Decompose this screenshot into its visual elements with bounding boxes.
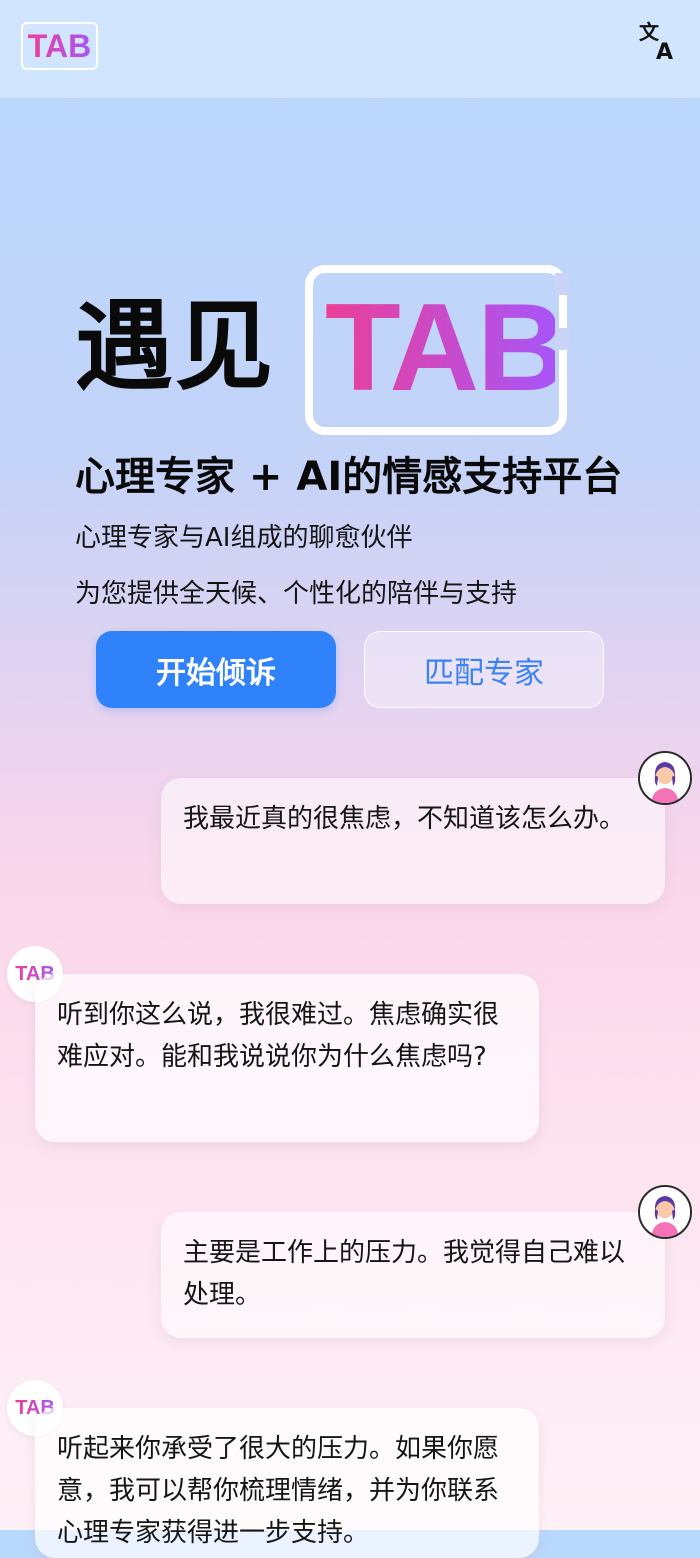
chat-message-user: 我最近真的很焦虑，不知道该怎么办。 <box>161 778 665 904</box>
chat-message-text: 我最近真的很焦虑，不知道该怎么办。 <box>183 804 626 834</box>
match-expert-button[interactable]: 匹配专家 <box>364 631 604 708</box>
svg-text:A: A <box>656 40 673 61</box>
translate-button[interactable]: 文 A <box>634 18 682 66</box>
translate-icon: 文 A <box>637 19 679 65</box>
hero-brand-text: TAB <box>325 279 567 417</box>
chat-message-text: 听到你这么说，我很难过。焦虑确实很难应对。能和我说说你为什么焦虑吗? <box>57 1000 500 1072</box>
hero-subtitle: 心理专家 + AI的情感支持平台 <box>75 454 623 500</box>
user-avatar-icon <box>638 1185 692 1239</box>
hero-description-line-2: 为您提供全天候、个性化的陪伴与支持 <box>75 579 518 609</box>
hero-description-line-1: 心理专家与AI组成的聊愈伙伴 <box>75 523 413 553</box>
chat-message-ai: 听到你这么说，我很难过。焦虑确实很难应对。能和我说说你为什么焦虑吗? <box>35 974 539 1142</box>
chat-message-text: 主要是工作上的压力。我觉得自己难以处理。 <box>183 1238 626 1310</box>
chat-message-user: 主要是工作上的压力。我觉得自己难以处理。 <box>161 1212 665 1338</box>
start-talking-button[interactable]: 开始倾诉 <box>96 631 336 708</box>
chat-message-text: 听起来你承受了很大的压力。如果你愿意，我可以帮你梳理情绪，并为你联系心理专家获得… <box>57 1434 500 1548</box>
top-bar: TAB 文 A <box>0 0 700 98</box>
logo[interactable]: TAB <box>21 22 98 70</box>
user-avatar-icon <box>638 751 692 805</box>
logo-text: TAB <box>27 27 92 64</box>
chat-message-ai: 听起来你承受了很大的压力。如果你愿意，我可以帮你梳理情绪，并为你联系心理专家获得… <box>35 1408 539 1558</box>
hero-headline: 遇见 <box>75 290 276 404</box>
